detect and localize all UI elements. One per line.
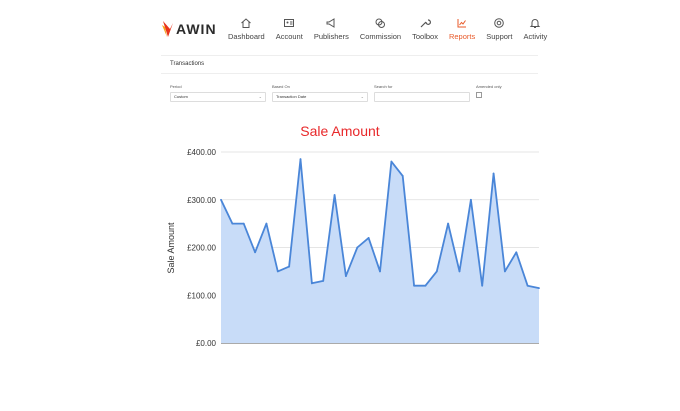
data-point [413,284,415,287]
data-point [401,174,404,177]
data-point [538,287,540,289]
y-tick-label: £200.00 [187,244,216,253]
data-point [390,160,393,163]
data-point [504,270,506,273]
y-tick-label: £100.00 [187,291,216,300]
data-point [526,284,529,287]
data-point [447,222,450,225]
sale-amount-chart: £0.00 £100.00 £200.00 £300.00 £400.00 Sale A… [166,148,540,348]
data-point [345,275,347,278]
data-point [481,284,484,287]
y-axis-label: Sale Amount [166,222,176,274]
data-point [276,270,279,273]
y-tick-label: £0.00 [196,339,217,348]
data-point [424,284,427,287]
data-point [367,237,370,239]
data-point [458,270,461,273]
data-point [515,251,518,254]
area-fill [221,159,539,343]
data-point [299,158,302,161]
data-point [469,198,472,201]
data-point [310,282,313,285]
data-point [231,222,234,225]
y-tick-label: £400.00 [187,148,216,157]
data-point [322,280,325,282]
data-point [288,265,291,268]
data-point [492,172,495,175]
data-point [333,194,336,196]
y-tick-label: £300.00 [187,196,216,205]
data-point [435,270,438,273]
data-point [379,270,381,273]
data-point [254,251,256,254]
data-point [356,246,359,249]
data-point [265,222,268,225]
data-point [242,222,245,225]
data-point [220,198,222,201]
